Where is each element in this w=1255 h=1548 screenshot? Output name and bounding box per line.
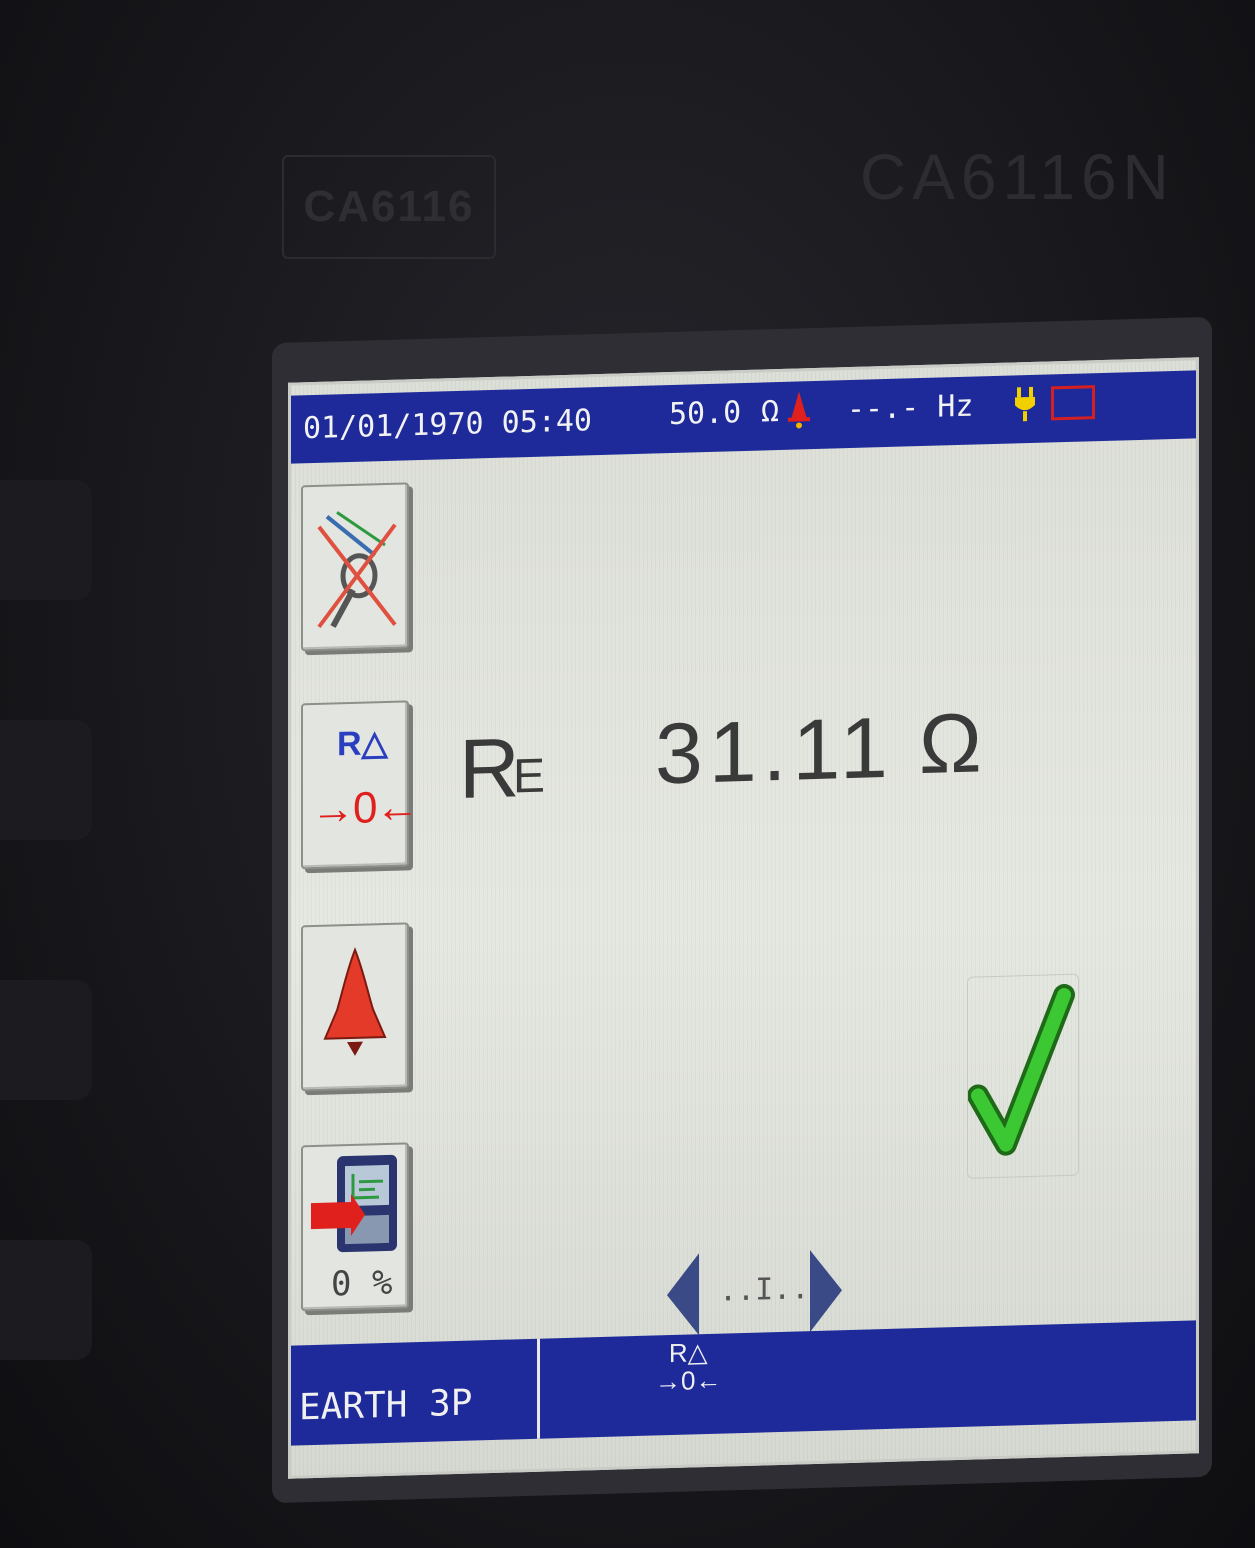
arrow-right-icon[interactable] xyxy=(806,1245,846,1336)
hardware-key-3[interactable] xyxy=(0,980,92,1100)
measurement-label-sub: E xyxy=(513,749,546,804)
compensation-function-key[interactable]: R△ →0← xyxy=(655,1337,721,1396)
instrument-body: CA6116 CA6116N 01/01/1970 05:40 50.0 Ω -… xyxy=(0,0,1255,1548)
zero-label: →0← xyxy=(311,782,418,835)
status-bar: 01/01/1970 05:40 50.0 Ω --.- Hz xyxy=(291,370,1196,464)
r-delta-label: R△ xyxy=(337,723,388,764)
alarm-bell-icon xyxy=(788,391,810,429)
result-status xyxy=(967,973,1079,1179)
compensation-button[interactable]: R△ →0← xyxy=(301,700,417,870)
measurement-unit: Ω xyxy=(919,695,982,792)
frequency-readout: --.- Hz xyxy=(847,388,974,428)
measurement-value: 31.11 xyxy=(655,699,894,803)
memory-button[interactable]: 0 % xyxy=(301,1142,409,1312)
function-bar: EARTH 3P R△ →0← xyxy=(291,1320,1196,1446)
device-brand: CA6116N xyxy=(860,141,1175,213)
arrow-left-icon[interactable] xyxy=(663,1249,703,1340)
date-time: 01/01/1970 05:40 xyxy=(303,403,592,447)
hardware-key-2[interactable] xyxy=(0,720,92,840)
alarm-button[interactable] xyxy=(301,922,409,1092)
hardware-key-1[interactable] xyxy=(0,480,92,600)
crossed-clamp-icon xyxy=(317,511,397,629)
voltage-unit: Ω xyxy=(761,394,780,430)
measurement-label: R xyxy=(459,720,520,816)
no-clamp-button[interactable] xyxy=(301,482,409,652)
memory-card-icon xyxy=(311,1154,397,1253)
bar-divider xyxy=(537,1338,540,1439)
bell-icon xyxy=(323,947,387,1056)
plug-icon xyxy=(1015,386,1035,422)
lcd-screen: 01/01/1970 05:40 50.0 Ω --.- Hz R△ →0← 0… xyxy=(288,357,1199,1479)
check-ok-icon xyxy=(967,984,1075,1156)
battery-icon xyxy=(1051,385,1095,421)
voltage-readout: 50.0 xyxy=(669,395,742,433)
memory-percent: 0 % xyxy=(331,1262,393,1305)
page-indicator: ..I.. xyxy=(719,1271,810,1309)
mode-label: EARTH 3P xyxy=(299,1382,473,1429)
hardware-key-4[interactable] xyxy=(0,1240,92,1360)
device-model-plate: CA6116 xyxy=(282,155,496,259)
